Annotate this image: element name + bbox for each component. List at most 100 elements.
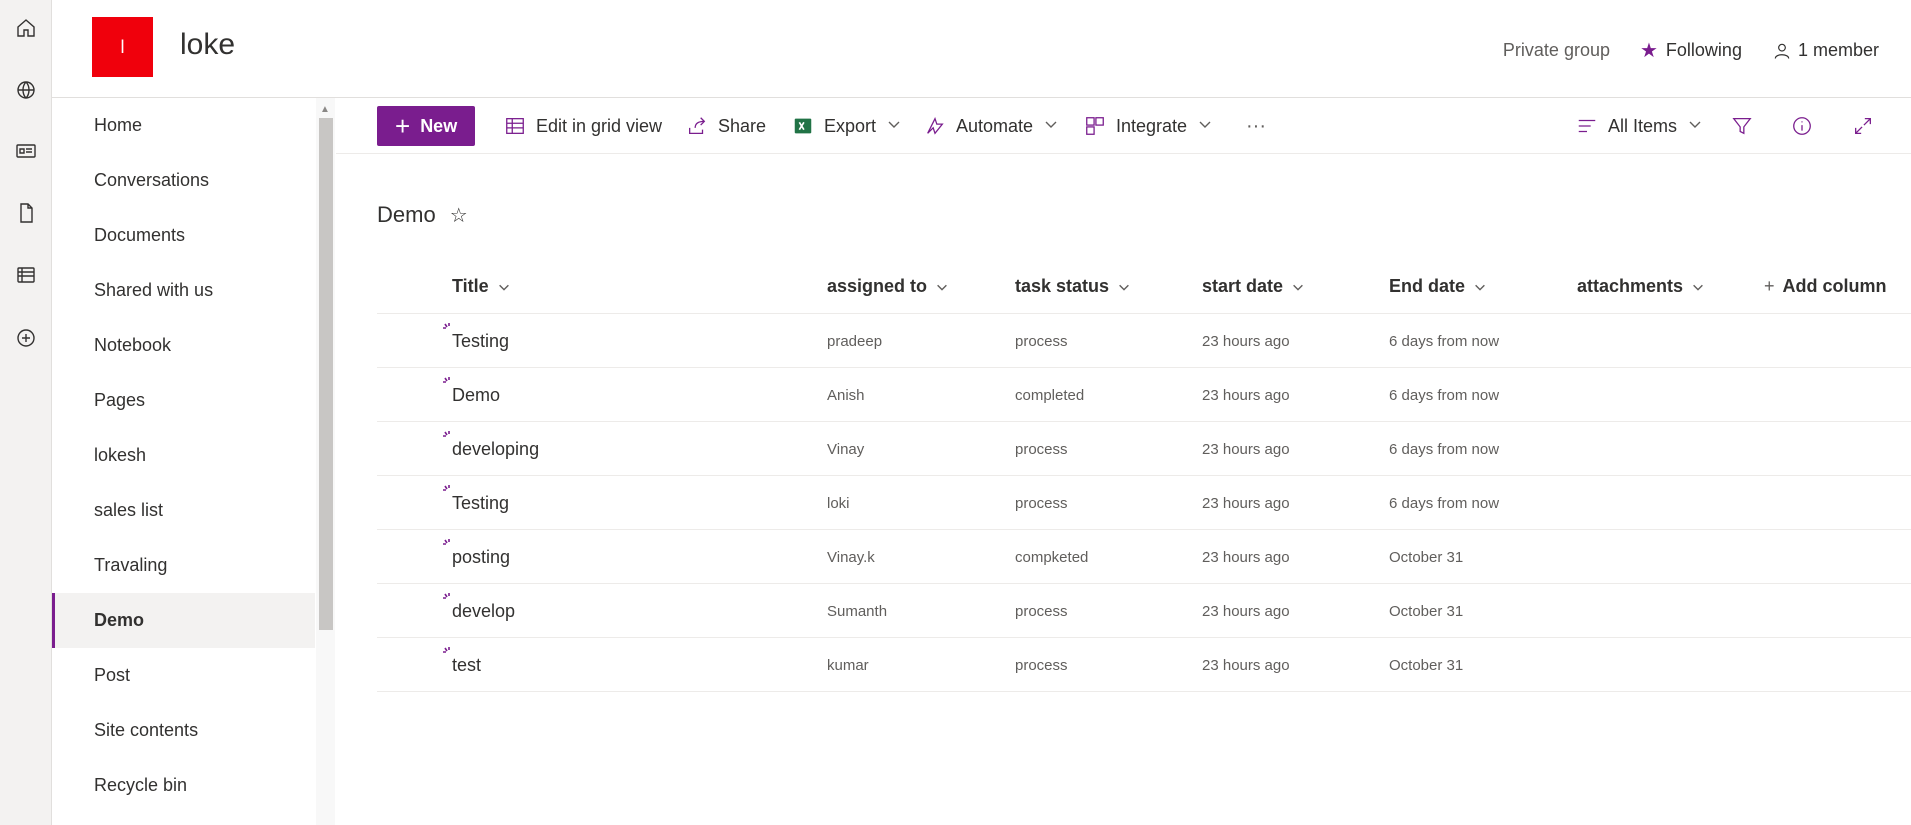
column-header-title[interactable]: Title — [452, 276, 511, 297]
more-options-button[interactable]: ··· — [1246, 106, 1266, 146]
cell-assigned-to: Anish — [827, 386, 865, 404]
share-button[interactable]: Share — [686, 106, 766, 146]
site-header: l loke Private group ★ Following 1 membe… — [52, 0, 1911, 98]
export-button[interactable]: Export — [792, 106, 902, 146]
document-icon[interactable] — [6, 193, 46, 233]
nav-item-notebook[interactable]: Notebook — [52, 318, 315, 373]
person-icon — [1774, 43, 1790, 59]
cell-title[interactable]: Testing — [452, 476, 509, 530]
scrollbar-thumb[interactable] — [319, 118, 333, 630]
site-title[interactable]: loke — [180, 28, 235, 62]
chevron-down-icon — [937, 284, 947, 291]
home-icon[interactable] — [6, 8, 46, 48]
edit-grid-view-label: Edit in grid view — [536, 115, 663, 136]
site-logo[interactable]: l — [92, 17, 153, 77]
follow-button[interactable]: ★ Following — [1640, 38, 1742, 63]
cell-title[interactable]: Demo — [452, 368, 500, 422]
table-row[interactable]: develop Sumanth process 23 hours ago October… — [377, 584, 1911, 638]
share-label: Share — [718, 115, 767, 136]
cell-title[interactable]: posting — [452, 530, 510, 584]
column-header-label: End date — [1389, 276, 1466, 296]
cell-end-date: 6 days from now — [1389, 332, 1500, 350]
list-icon[interactable] — [6, 255, 46, 295]
new-button[interactable]: + New — [377, 106, 476, 146]
integrate-icon — [1086, 117, 1104, 135]
nav-item-demo[interactable]: Demo — [52, 593, 315, 648]
table-row[interactable]: Demo Anish completed 23 hours ago 6 days fro… — [377, 368, 1911, 422]
cell-title[interactable]: develop — [452, 584, 515, 638]
expand-icon — [1855, 118, 1871, 134]
view-lines-icon — [1578, 119, 1596, 133]
table-row[interactable]: Testing pradeep process 23 hours ago 6 days … — [377, 314, 1911, 368]
members-button[interactable]: 1 member — [1772, 40, 1879, 61]
nav-item-site-contents[interactable]: Site contents — [52, 703, 315, 758]
header-actions: Private group ★ Following 1 member — [1503, 38, 1879, 63]
column-header-attachments[interactable]: attachments — [1577, 276, 1705, 297]
cell-task-status: process — [1015, 602, 1068, 620]
add-column-button[interactable]: + Add column — [1764, 276, 1887, 297]
table-row[interactable]: test kumar process 23 hours ago October 31 — [377, 638, 1911, 692]
column-header-label: task status — [1015, 276, 1110, 296]
nav-item-documents[interactable]: Documents — [52, 208, 315, 263]
nav-item-travaling[interactable]: Travaling — [52, 538, 315, 593]
info-button[interactable] — [1791, 106, 1813, 146]
chevron-down-icon — [1687, 116, 1703, 137]
column-header-assigned-to[interactable]: assigned to — [827, 276, 949, 297]
cell-assigned-to: Vinay — [827, 440, 865, 458]
integrate-button[interactable]: Integrate — [1084, 106, 1213, 146]
nav-item-recycle-bin[interactable]: Recycle bin — [52, 758, 315, 813]
table-row[interactable]: developing Vinay process 23 hours ago 6 days… — [377, 422, 1911, 476]
table-row[interactable]: posting Vinay.k compketed 23 hours ago Octob… — [377, 530, 1911, 584]
nav-item-pages[interactable]: Pages — [52, 373, 315, 428]
nav-item-sales-list[interactable]: sales list — [52, 483, 315, 538]
export-label: Export — [824, 115, 877, 136]
view-selector[interactable]: All Items — [1576, 106, 1703, 146]
nav-item-lokesh[interactable]: lokesh — [52, 428, 315, 483]
column-header-task-status[interactable]: task status — [1015, 276, 1131, 297]
filter-button[interactable] — [1731, 106, 1753, 146]
cell-task-status: process — [1015, 440, 1068, 458]
chevron-down-icon — [1693, 284, 1703, 291]
cell-start-date: 23 hours ago — [1202, 440, 1290, 458]
cell-start-date: 23 hours ago — [1202, 656, 1290, 674]
chevron-down-icon — [1475, 284, 1485, 291]
plus-icon: + — [1764, 276, 1775, 296]
cell-start-date: 23 hours ago — [1202, 602, 1290, 620]
globe-icon[interactable] — [6, 70, 46, 110]
nav-item-conversations[interactable]: Conversations — [52, 153, 315, 208]
cell-title[interactable]: developing — [452, 422, 539, 476]
site-logo-letter: l — [120, 36, 125, 57]
share-icon — [689, 117, 706, 134]
cell-task-status: process — [1015, 332, 1068, 350]
news-icon[interactable] — [6, 131, 46, 171]
nav-item-shared-with-us[interactable]: Shared with us — [52, 263, 315, 318]
star-filled-icon: ★ — [1639, 40, 1658, 62]
cell-title[interactable]: test — [452, 638, 481, 692]
table-row[interactable]: Testing loki process 23 hours ago 6 days fro… — [377, 476, 1911, 530]
cell-start-date: 23 hours ago — [1202, 548, 1290, 566]
chevron-down-icon — [1043, 116, 1059, 137]
scroll-up-icon[interactable]: ▲ — [320, 104, 330, 115]
members-label: 1 member — [1797, 40, 1879, 60]
edit-grid-view-button[interactable]: Edit in grid view — [504, 106, 662, 146]
nav-scrollbar[interactable]: ▲ — [316, 98, 335, 825]
column-header-end-date[interactable]: End date — [1389, 276, 1487, 297]
nav-item-home[interactable]: Home — [52, 98, 315, 153]
follow-label: Following — [1665, 40, 1742, 60]
expand-button[interactable] — [1852, 106, 1874, 146]
add-circle-icon[interactable] — [6, 318, 46, 358]
list-title-text: Demo — [377, 202, 436, 227]
chevron-down-icon — [1197, 116, 1213, 137]
chevron-down-icon — [1293, 284, 1303, 291]
cell-assigned-to: pradeep — [827, 332, 883, 350]
chevron-down-icon — [498, 284, 509, 291]
favorite-star-icon[interactable]: ☆ — [450, 203, 468, 228]
automate-label: Automate — [956, 115, 1034, 136]
left-navigation: Home Conversations Documents Shared with… — [52, 98, 335, 825]
column-header-start-date[interactable]: start date — [1202, 276, 1305, 297]
nav-item-post[interactable]: Post — [52, 648, 315, 703]
chevron-down-icon — [1119, 284, 1129, 291]
automate-button[interactable]: Automate — [924, 106, 1059, 146]
integrate-label: Integrate — [1116, 115, 1188, 136]
cell-title[interactable]: Testing — [452, 314, 509, 368]
